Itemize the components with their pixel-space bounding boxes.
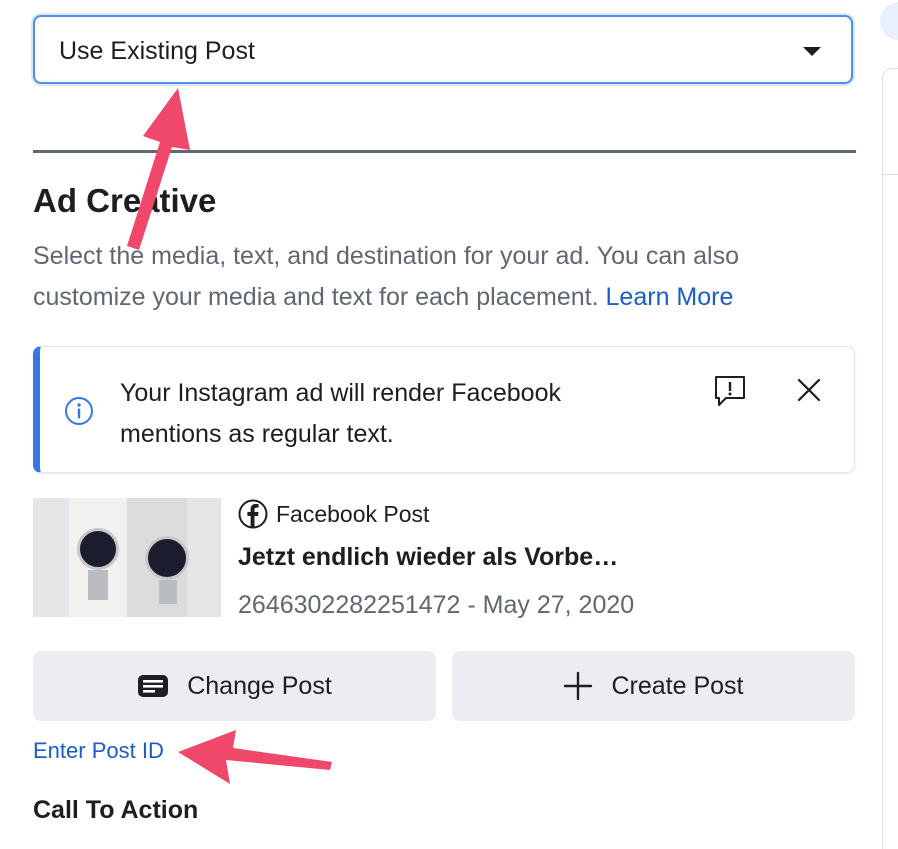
- enter-post-id-link[interactable]: Enter Post ID: [33, 738, 164, 764]
- right-panel-circle: [880, 2, 898, 40]
- notice-text: Your Instagram ad will render Facebook m…: [120, 379, 561, 448]
- watch-band-right: [159, 580, 177, 604]
- right-panel-divider: [883, 174, 898, 175]
- watch-face-left: [77, 528, 119, 570]
- post-thumbnail: [33, 498, 221, 617]
- caret-down-icon: [803, 47, 821, 56]
- info-icon: [64, 396, 94, 431]
- watch-face-right: [145, 536, 189, 580]
- section-divider: [33, 150, 856, 153]
- learn-more-link[interactable]: Learn More: [606, 283, 734, 311]
- facebook-icon: [238, 499, 268, 529]
- instagram-mentions-notice: Your Instagram ad will render Facebook m…: [33, 346, 855, 473]
- section-description: Select the media, text, and destination …: [33, 236, 853, 318]
- post-source-value: Use Existing Post: [59, 37, 255, 65]
- change-post-button[interactable]: Change Post: [33, 651, 436, 721]
- post-meta: 2646302282251472 - May 27, 2020: [238, 591, 635, 619]
- call-to-action-heading: Call To Action: [33, 796, 199, 824]
- arrow-to-dropdown: [127, 88, 190, 250]
- post-title: Jetzt endlich wieder als Vorbe…: [238, 543, 619, 571]
- feedback-icon[interactable]: [712, 374, 748, 413]
- change-post-label: Change Post: [187, 671, 332, 700]
- plus-icon: [564, 671, 593, 701]
- post-type-label: Facebook Post: [276, 500, 430, 527]
- create-post-label: Create Post: [611, 671, 744, 700]
- close-icon[interactable]: [796, 377, 822, 408]
- right-panel: [882, 68, 898, 849]
- right-panel-edge: [878, 0, 898, 849]
- post-type: Facebook Post: [238, 499, 429, 529]
- create-post-button[interactable]: Create Post: [452, 651, 855, 721]
- arrow-to-enter-post-id: [178, 730, 332, 784]
- change-post-icon: [138, 675, 169, 697]
- watch-band-left: [88, 570, 108, 600]
- section-title: Ad Creative: [33, 182, 217, 219]
- post-source-dropdown[interactable]: Use Existing Post: [33, 15, 853, 84]
